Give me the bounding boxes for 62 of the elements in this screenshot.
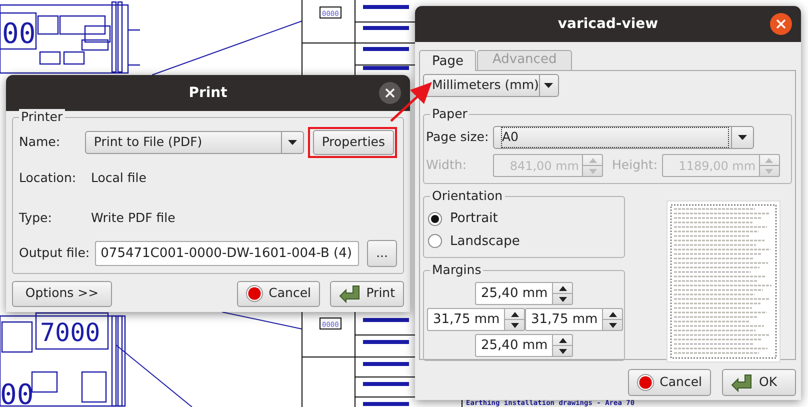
properties-button[interactable]: Properties (312, 130, 394, 155)
drawing-label: 00 (0, 378, 34, 407)
up-arrow-icon[interactable] (558, 286, 566, 290)
window-title: varicad-view (558, 14, 658, 34)
table-entry-drawing (363, 5, 409, 9)
caret-icon (738, 135, 747, 140)
close-icon (776, 19, 786, 29)
table-entry-drawing (363, 26, 409, 30)
tab[interactable]: Page (419, 50, 476, 71)
field-label: Output file: (19, 244, 90, 262)
down-arrow-icon[interactable] (558, 296, 566, 302)
browse-button[interactable]: ... (367, 240, 397, 266)
window-title: Print (188, 84, 228, 102)
down-arrow-icon[interactable] (608, 322, 616, 328)
close-button[interactable] (770, 13, 792, 35)
table-entry-drawing (363, 66, 409, 70)
units-dropdown[interactable]: Millimeters (mm) (423, 74, 559, 97)
print-button[interactable]: Print (330, 280, 404, 306)
table-entry-drawing (363, 382, 409, 386)
stop-icon (246, 285, 263, 302)
table-entry-drawing (363, 402, 409, 406)
drawing-label: 00 (2, 17, 36, 50)
page-size-dropdown[interactable]: A0 (493, 126, 754, 149)
table-entry-drawing (363, 362, 409, 366)
spin-field[interactable]: 31,75 mm (427, 308, 505, 331)
field-label: Page size: (426, 128, 490, 146)
cancel-button[interactable]: Cancel (628, 369, 711, 396)
table-entry-drawing (363, 340, 409, 344)
field-value: Local file (91, 169, 146, 187)
table-entry-drawing (363, 47, 409, 51)
field-label: Width: (426, 156, 468, 174)
stop-icon (636, 374, 654, 391)
group-label: Margins (430, 262, 484, 278)
caret-icon (288, 140, 297, 145)
up-arrow-icon[interactable] (558, 338, 566, 342)
drawing-label: 7000 (40, 318, 100, 347)
output-file-field[interactable]: 075471C001-0000-DW-1601-004-B (4) (94, 240, 360, 266)
cancel-button[interactable]: Cancel (236, 280, 320, 306)
field-label: Type: (19, 208, 53, 227)
options-button[interactable]: Options >> (12, 280, 112, 306)
up-arrow-icon[interactable] (608, 312, 616, 316)
close-icon (385, 88, 395, 98)
arrow-icon (339, 284, 360, 302)
table-entry-drawing (363, 318, 409, 322)
printer-dropdown[interactable]: Print to File (PDF) (84, 131, 304, 154)
field-label: Height: (612, 156, 658, 174)
arrow-icon (731, 374, 753, 392)
ok-button[interactable]: OK (722, 369, 796, 396)
close-button[interactable] (379, 82, 401, 104)
caret-icon (544, 83, 554, 88)
field-value: Write PDF file (91, 208, 176, 227)
up-arrow-icon[interactable] (510, 312, 518, 316)
spin-field[interactable]: 25,40 mm (475, 282, 553, 305)
field-label: Location: (19, 169, 78, 187)
spin-field[interactable]: 25,40 mm (475, 334, 553, 357)
down-arrow-icon[interactable] (510, 322, 518, 328)
radio-option[interactable]: Landscape (428, 232, 520, 251)
field-label: Name: (19, 133, 62, 152)
spin-field[interactable]: 31,75 mm (525, 308, 603, 331)
radio-option[interactable]: Portrait (428, 209, 498, 228)
down-arrow-icon[interactable] (558, 348, 566, 354)
group-label: Paper (430, 106, 470, 122)
